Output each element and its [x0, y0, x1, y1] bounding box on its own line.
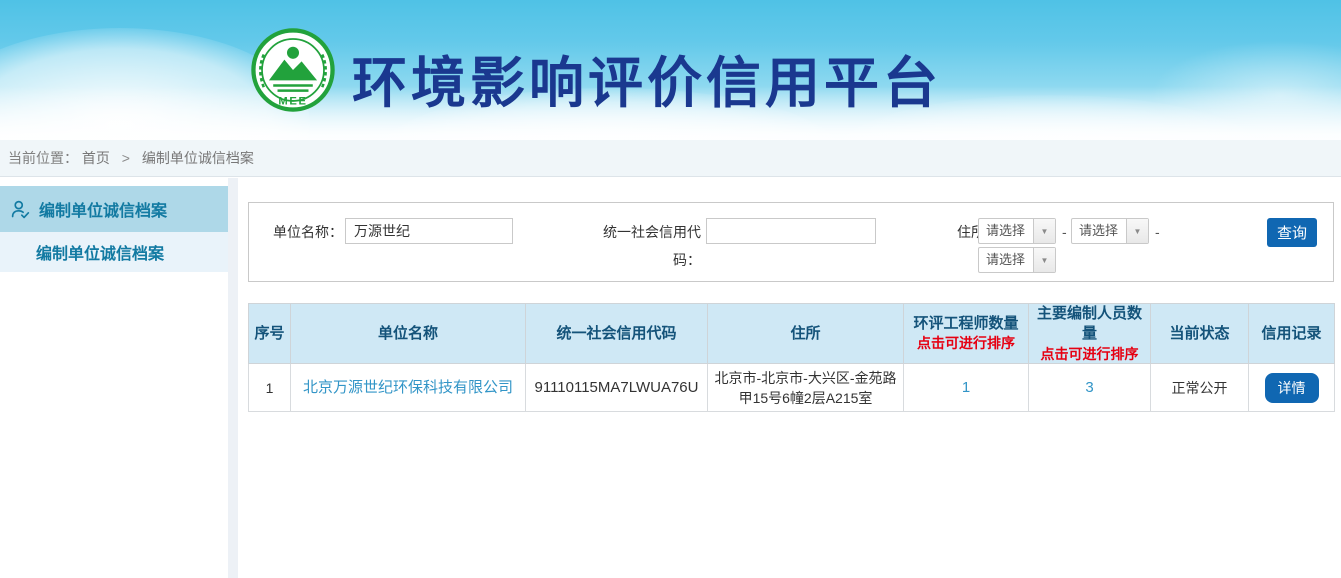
breadcrumb: 当前位置： 首页 > 编制单位诚信档案 — [0, 140, 1341, 177]
chevron-down-icon: ▼ — [1033, 248, 1055, 272]
table-row: 1 北京万源世纪环保科技有限公司 91110115MA7LWUA76U 北京市-… — [249, 364, 1335, 412]
query-button[interactable]: 查询 — [1267, 218, 1317, 247]
sidebar-divider — [228, 178, 238, 578]
user-check-icon — [10, 199, 31, 220]
sidebar-item-label: 编制单位诚信档案 — [36, 240, 164, 264]
company-name-input[interactable] — [345, 218, 513, 244]
results-table: 序号 单位名称 统一社会信用代码 住所 环评工程师数量 点击可进行排序 主要编制… — [248, 303, 1334, 412]
address-dash: - — [1062, 218, 1067, 246]
col-staff-count: 主要编制人员数量 点击可进行排序 — [1029, 304, 1151, 364]
col-address: 住所 — [708, 304, 904, 364]
col-engineer-count: 环评工程师数量 点击可进行排序 — [904, 304, 1029, 364]
chevron-down-icon: ▼ — [1033, 219, 1055, 243]
city-select[interactable]: 请选择 ▼ — [1071, 218, 1149, 244]
col-credit-code: 统一社会信用代码 — [526, 304, 708, 364]
breadcrumb-current: 编制单位诚信档案 — [142, 150, 254, 166]
breadcrumb-prefix: 当前位置： — [8, 150, 78, 166]
breadcrumb-home-link[interactable]: 首页 — [82, 150, 110, 166]
credit-code-input[interactable] — [706, 218, 876, 244]
detail-button[interactable]: 详情 — [1265, 373, 1319, 403]
page: MEE 环境影响评价信用平台 当前位置： 首页 > 编制单位诚信档案 编制单位诚… — [0, 0, 1341, 578]
search-panel: 单位名称： 统一社会信用代码： 住所： 请选择 ▼ - 请选择 ▼ - 请选择 … — [248, 202, 1334, 282]
col-index: 序号 — [249, 304, 291, 364]
table-header-row: 序号 单位名称 统一社会信用代码 住所 环评工程师数量 点击可进行排序 主要编制… — [249, 304, 1335, 364]
province-select[interactable]: 请选择 ▼ — [978, 218, 1056, 244]
col-credit-record: 信用记录 — [1249, 304, 1335, 364]
credit-code-value: 91110115MA7LWUA76U — [526, 364, 708, 412]
col-staff-count-label: 主要编制人员数量 — [1037, 305, 1142, 342]
col-status: 当前状态 — [1151, 304, 1249, 364]
top-banner: MEE 环境影响评价信用平台 — [0, 0, 1341, 140]
company-name-label: 单位名称： — [267, 218, 343, 246]
breadcrumb-separator: > — [122, 150, 130, 166]
svg-text:MEE: MEE — [278, 95, 307, 107]
status-value: 正常公开 — [1151, 364, 1249, 412]
page-title: 环境影响评价信用平台 — [352, 38, 942, 118]
row-index: 1 — [249, 364, 291, 412]
address-line2: 甲15号6幢2层A215室 — [739, 390, 873, 406]
engineer-count-link[interactable]: 1 — [962, 379, 970, 396]
address-line1: 北京市-北京市-大兴区-金苑路 — [715, 370, 897, 386]
sidebar-item-credit-archive-parent[interactable]: 编制单位诚信档案 — [0, 186, 228, 232]
city-select-value: 请选择 — [1072, 219, 1126, 243]
address-value: 北京市-北京市-大兴区-金苑路 甲15号6幢2层A215室 — [708, 364, 904, 412]
province-select-value: 请选择 — [979, 219, 1033, 243]
staff-sort-link[interactable]: 点击可进行排序 — [1031, 345, 1148, 364]
chevron-down-icon: ▼ — [1126, 219, 1148, 243]
engineer-sort-link[interactable]: 点击可进行排序 — [906, 334, 1026, 353]
col-engineer-count-label: 环评工程师数量 — [913, 315, 1018, 332]
mee-logo-icon: MEE — [250, 26, 336, 114]
district-select-value: 请选择 — [979, 248, 1033, 272]
district-select[interactable]: 请选择 ▼ — [978, 247, 1056, 273]
credit-code-label: 统一社会信用代码： — [579, 218, 701, 246]
col-company: 单位名称 — [291, 304, 526, 364]
company-link[interactable]: 北京万源世纪环保科技有限公司 — [303, 379, 513, 396]
sidebar-item-credit-archive[interactable]: 编制单位诚信档案 — [0, 232, 228, 272]
address-dash: - — [1155, 218, 1160, 246]
staff-count-link[interactable]: 3 — [1085, 379, 1093, 396]
sidebar-item-label: 编制单位诚信档案 — [39, 197, 167, 221]
